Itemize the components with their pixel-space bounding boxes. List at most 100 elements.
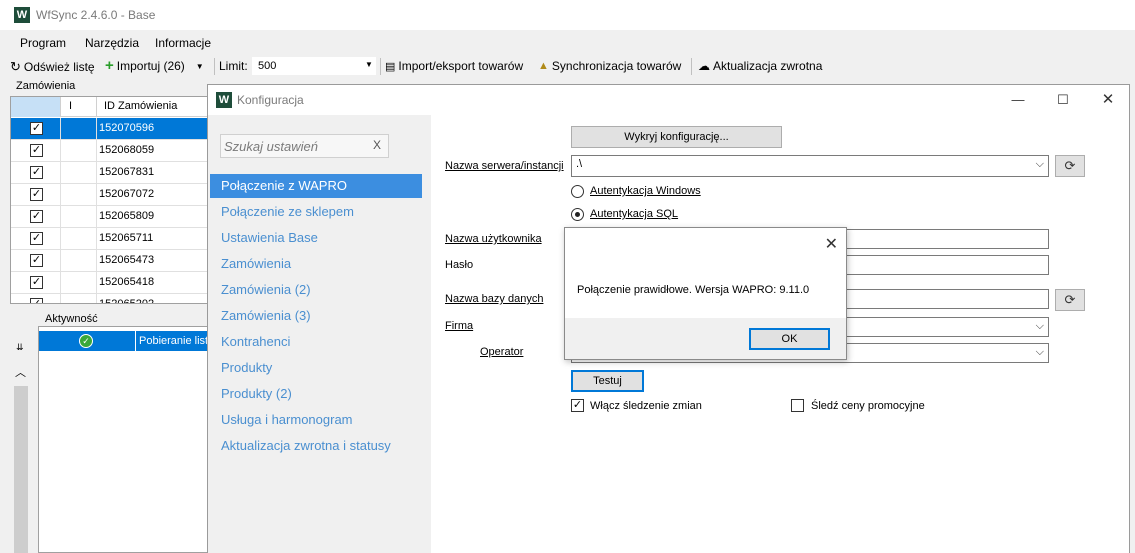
import-export-button[interactable]: ▤ Import/eksport towarów <box>385 59 523 73</box>
row-checkbox-cell[interactable]: ✓ <box>11 294 61 303</box>
table-row[interactable]: ✓ 152067072 <box>11 184 209 206</box>
settings-search[interactable]: X <box>220 134 389 158</box>
table-row[interactable]: ✓ 152068059 <box>11 140 209 162</box>
row-checkbox-cell[interactable]: ✓ <box>11 184 61 206</box>
minimize-icon[interactable]: — <box>998 89 1038 111</box>
row-checkbox[interactable]: ✓ <box>30 122 43 135</box>
auth-sql-label[interactable]: Autentykacja SQL <box>590 208 678 220</box>
row-checkbox-cell[interactable]: ✓ <box>11 118 61 140</box>
refresh-servers-button[interactable]: ⟳ <box>1055 155 1085 177</box>
menu-informacje[interactable]: Informacje <box>155 36 211 50</box>
nav-item[interactable]: Kontrahenci <box>210 330 422 354</box>
row-checkbox-cell[interactable]: ✓ <box>11 162 61 184</box>
row-checkbox[interactable]: ✓ <box>30 144 43 157</box>
ok-button[interactable]: OK <box>749 328 830 350</box>
nav-item[interactable]: Ustawienia Base <box>210 226 422 250</box>
row-checkbox-cell[interactable]: ✓ <box>11 250 61 272</box>
import-button[interactable]: + Importuj (26) ▼ <box>105 58 204 73</box>
row-checkbox[interactable]: ✓ <box>30 166 43 179</box>
column-header-id[interactable]: ID Zamówienia <box>97 97 209 117</box>
import-label: Importuj (26) <box>116 59 185 73</box>
orders-group-label: Zamówienia <box>14 80 78 92</box>
test-button[interactable]: Testuj <box>571 370 644 392</box>
refresh-list-button[interactable]: ↻ Odśwież listę <box>10 59 95 75</box>
toolbar-separator <box>214 58 215 75</box>
menu-program[interactable]: Program <box>20 36 66 50</box>
orders-grid[interactable]: I ID Zamówienia ✓ 152070596 ✓ 152068059 ✓ 152… <box>10 96 210 304</box>
nav-item[interactable]: Zamówienia <box>210 252 422 276</box>
search-input[interactable] <box>224 138 364 154</box>
refresh-icon: ⟳ <box>1064 158 1076 173</box>
nav-item[interactable]: Zamówienia (2) <box>210 278 422 302</box>
promo-label[interactable]: Śledź ceny promocyjne <box>811 400 925 412</box>
refresh-databases-button[interactable]: ⟳ <box>1055 289 1085 311</box>
tracking-checkbox[interactable]: ✓ <box>571 399 584 412</box>
check-circle-icon: ✓ <box>79 334 93 348</box>
row-checkbox-cell[interactable]: ✓ <box>11 140 61 162</box>
nav-item[interactable]: Usługa i harmonogram <box>210 408 422 432</box>
message-text: Połączenie prawidłowe. Wersja WAPRO: 9.1… <box>577 284 810 296</box>
table-row[interactable]: ✓ 152065418 <box>11 272 209 294</box>
upload-icon: ▲ <box>538 60 549 72</box>
row-checkbox[interactable]: ✓ <box>30 276 43 289</box>
menu-narzedzia[interactable]: Narzędzia <box>85 36 139 50</box>
select-all-header[interactable] <box>11 97 61 117</box>
close-icon[interactable]: ✕ <box>825 234 838 254</box>
app-logo-icon: W <box>14 7 30 23</box>
table-row[interactable]: ✓ 152065711 <box>11 228 209 250</box>
sync-button[interactable]: ▲ Synchronizacja towarów <box>538 59 681 73</box>
scrollbar[interactable] <box>14 386 28 553</box>
table-row[interactable]: ✓ 152070596 <box>11 118 209 140</box>
config-title: Konfiguracja <box>237 93 304 107</box>
chevron-up-icon[interactable]: ︿ <box>15 364 26 380</box>
row-checkbox[interactable]: ✓ <box>30 188 43 201</box>
tracking-label[interactable]: Włącz śledzenie zmian <box>590 400 702 412</box>
maximize-icon[interactable]: ☐ <box>1043 89 1083 111</box>
row-checkbox-cell[interactable]: ✓ <box>11 206 61 228</box>
server-label: Nazwa serwera/instancji <box>445 160 564 172</box>
cloud-icon: ☁ <box>698 59 710 73</box>
grid-header: I ID Zamówienia <box>11 97 209 117</box>
row-checkbox[interactable]: ✓ <box>30 232 43 245</box>
server-select[interactable]: .\ ⌵ <box>571 155 1049 177</box>
column-header-i[interactable]: I <box>61 97 97 117</box>
row-checkbox[interactable]: ✓ <box>30 298 43 303</box>
activity-row[interactable]: ✓ Pobieranie listy <box>39 331 211 351</box>
nav-item[interactable]: Połączenie z WAPRO <box>210 174 422 198</box>
row-checkbox-cell[interactable]: ✓ <box>11 272 61 294</box>
chevron-down-icon: ⌵ <box>1035 346 1044 358</box>
table-row[interactable]: ✓ 152067831 <box>11 162 209 184</box>
row-checkbox[interactable]: ✓ <box>30 254 43 267</box>
server-value: .\ <box>576 158 583 170</box>
back-update-label: Aktualizacja zwrotna <box>713 59 823 73</box>
table-row[interactable]: ✓ 152065809 <box>11 206 209 228</box>
row-i-cell <box>61 228 97 250</box>
order-id-cell: 152067831 <box>99 166 155 178</box>
nav-item[interactable]: Produkty (2) <box>210 382 422 406</box>
settings-sidebar: X Połączenie z WAPROPołączenie ze sklepe… <box>208 115 431 553</box>
toolbar-separator <box>380 58 381 75</box>
nav-item[interactable]: Produkty <box>210 356 422 380</box>
auth-windows-radio[interactable] <box>571 185 584 198</box>
back-update-button[interactable]: ☁ Aktualizacja zwrotna <box>698 59 822 73</box>
table-row[interactable]: ✓ 152065202 <box>11 294 209 303</box>
row-i-cell <box>61 206 97 228</box>
import-export-label: Import/eksport towarów <box>398 59 524 73</box>
auth-sql-radio[interactable] <box>571 208 584 221</box>
nav-item[interactable]: Połączenie ze sklepem <box>210 200 422 224</box>
auth-windows-label[interactable]: Autentykacja Windows <box>590 185 701 197</box>
detect-config-button[interactable]: Wykryj konfigurację... <box>571 126 782 148</box>
row-checkbox-cell[interactable]: ✓ <box>11 228 61 250</box>
nav-item[interactable]: Aktualizacja zwrotna i statusy <box>210 434 422 458</box>
row-i-cell <box>61 250 97 272</box>
refresh-list-label: Odśwież listę <box>23 60 95 74</box>
row-checkbox[interactable]: ✓ <box>30 210 43 223</box>
order-id-cell: 152065711 <box>99 232 154 244</box>
nav-item[interactable]: Zamówienia (3) <box>210 304 422 328</box>
activity-list[interactable]: ✓ Pobieranie listy <box>38 326 211 553</box>
clear-search-button[interactable]: X <box>373 138 381 152</box>
filter-icon[interactable]: ⇊ <box>16 342 24 353</box>
close-icon[interactable]: ✕ <box>1088 89 1128 111</box>
promo-checkbox[interactable] <box>791 399 804 412</box>
table-row[interactable]: ✓ 152065473 <box>11 250 209 272</box>
